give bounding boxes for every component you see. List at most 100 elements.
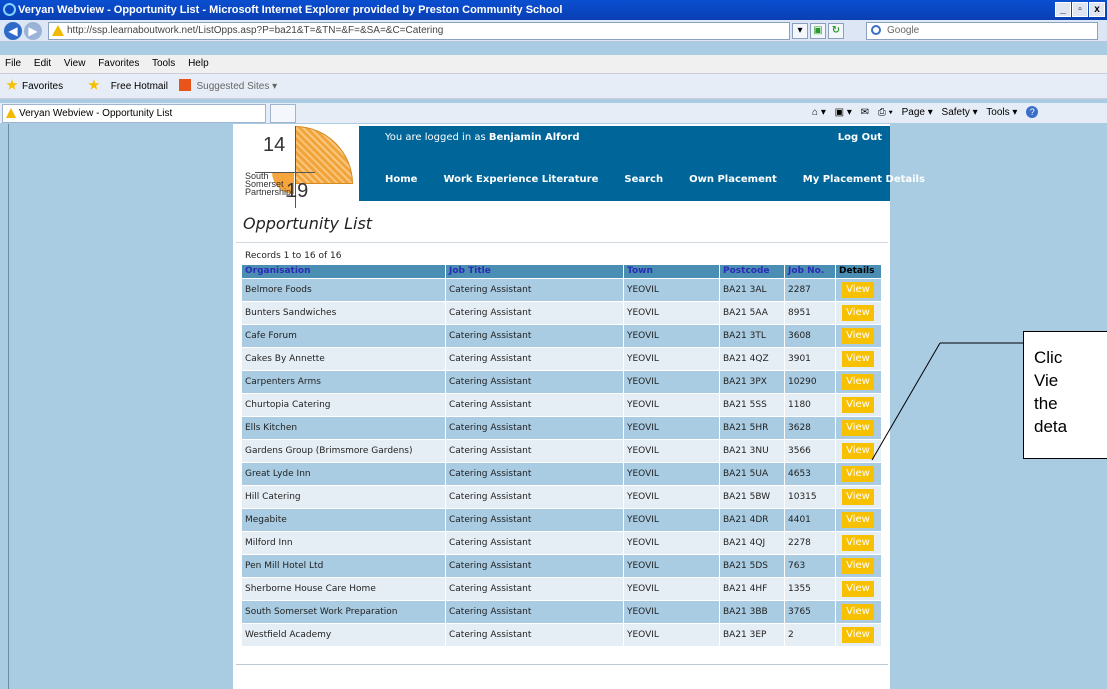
column-header-job-no[interactable]: Job No. <box>785 265 835 278</box>
cell-job-title: Catering Assistant <box>446 601 623 623</box>
menu-view[interactable]: View <box>64 58 86 69</box>
refresh-icon[interactable]: ↻ <box>828 23 844 39</box>
view-button[interactable]: View <box>842 328 874 344</box>
cell-details: View <box>836 348 881 370</box>
view-button[interactable]: View <box>842 466 874 482</box>
ie-icon <box>3 3 16 16</box>
suggested-sites-link[interactable]: Suggested Sites ▾ <box>197 81 278 92</box>
table-row: Churtopia Catering Catering Assistant YEOV… <box>242 394 881 416</box>
menu-tools[interactable]: Tools <box>152 58 175 69</box>
command-bar: ⌂ ▾ ▣ ▾ ✉ ⎙ ▾ Page ▾ Safety ▾ Tools ▾ ? <box>812 103 1044 123</box>
menu-favorites[interactable]: Favorites <box>98 58 139 69</box>
opportunity-table: Organisation Job Title Town Postcode Job… <box>241 264 882 647</box>
view-button[interactable]: View <box>842 374 874 390</box>
view-button[interactable]: View <box>842 282 874 298</box>
column-header-postcode[interactable]: Postcode <box>720 265 784 278</box>
view-button[interactable]: View <box>842 420 874 436</box>
cell-job-title: Catering Assistant <box>446 486 623 508</box>
cell-job-title: Catering Assistant <box>446 509 623 531</box>
column-header-town[interactable]: Town <box>624 265 719 278</box>
view-button[interactable]: View <box>842 397 874 413</box>
close-button[interactable]: x <box>1089 2 1105 17</box>
cell-organisation: Ells Kitchen <box>242 417 445 439</box>
minimize-button[interactable]: _ <box>1055 2 1071 17</box>
home-icon[interactable]: ⌂ ▾ <box>812 107 826 118</box>
view-button[interactable]: View <box>842 581 874 597</box>
cell-postcode: BA21 3PX <box>720 371 784 393</box>
maximize-button[interactable]: ▫ <box>1072 2 1088 17</box>
search-input[interactable]: Google <box>866 22 1098 40</box>
main-nav: Home Work Experience Literature Search O… <box>385 174 925 185</box>
cell-organisation: Great Lyde Inn <box>242 463 445 485</box>
nav-own-placement[interactable]: Own Placement <box>689 174 777 185</box>
cell-postcode: BA21 3TL <box>720 325 784 347</box>
nav-work-experience-literature[interactable]: Work Experience Literature <box>443 174 598 185</box>
cell-town: YEOVIL <box>624 394 719 416</box>
column-header-organisation[interactable]: Organisation <box>242 265 445 278</box>
back-button[interactable]: ◀ <box>4 22 22 40</box>
menu-edit[interactable]: Edit <box>34 58 51 69</box>
cell-town: YEOVIL <box>624 417 719 439</box>
tools-menu[interactable]: Tools ▾ <box>986 107 1017 118</box>
column-header-details: Details <box>836 265 881 278</box>
mail-icon[interactable]: ✉ <box>861 107 869 118</box>
page-menu[interactable]: Page ▾ <box>902 107 933 118</box>
window-title: Veryan Webview - Opportunity List - Micr… <box>18 4 563 16</box>
cell-job-no: 3566 <box>785 440 835 462</box>
cell-town: YEOVIL <box>624 371 719 393</box>
cell-town: YEOVIL <box>624 325 719 347</box>
cell-postcode: BA21 5DS <box>720 555 784 577</box>
new-tab-button[interactable] <box>270 104 296 123</box>
view-button[interactable]: View <box>842 489 874 505</box>
view-button[interactable]: View <box>842 627 874 643</box>
help-icon[interactable]: ? <box>1026 106 1039 118</box>
tab-row: Veryan Webview - Opportunity List ⌂ ▾ ▣ … <box>0 103 1107 123</box>
cell-job-title: Catering Assistant <box>446 578 623 600</box>
tab-opportunity-list[interactable]: Veryan Webview - Opportunity List <box>2 104 266 123</box>
cell-job-title: Catering Assistant <box>446 279 623 301</box>
favorites-button[interactable]: Favorites <box>6 79 63 92</box>
view-button[interactable]: View <box>842 305 874 321</box>
compatibility-icon[interactable]: ▣ <box>810 23 826 39</box>
favorites-bar: Favorites Free Hotmail Suggested Sites ▾ <box>0 73 1107 99</box>
cell-organisation: Carpenters Arms <box>242 371 445 393</box>
logout-link[interactable]: Log Out <box>838 132 882 143</box>
dropdown-button[interactable]: ▾ <box>792 23 808 39</box>
view-button[interactable]: View <box>842 535 874 551</box>
address-bar[interactable]: http://ssp.learnaboutwork.net/ListOpps.a… <box>48 22 790 40</box>
cell-job-title: Catering Assistant <box>446 325 623 347</box>
nav-search[interactable]: Search <box>624 174 663 185</box>
nav-my-placement-details[interactable]: My Placement Details <box>803 174 925 185</box>
cell-town: YEOVIL <box>624 440 719 462</box>
cell-town: YEOVIL <box>624 279 719 301</box>
cell-town: YEOVIL <box>624 509 719 531</box>
print-icon[interactable]: ⎙ ▾ <box>878 107 893 118</box>
safety-menu[interactable]: Safety ▾ <box>942 107 978 118</box>
feeds-icon[interactable]: ▣ ▾ <box>835 107 852 118</box>
cell-organisation: Megabite <box>242 509 445 531</box>
page-title: Opportunity List <box>243 214 373 233</box>
cell-job-title: Catering Assistant <box>446 348 623 370</box>
table-row: Pen Mill Hotel Ltd Catering Assistant YEOV… <box>242 555 881 577</box>
view-button[interactable]: View <box>842 443 874 459</box>
cell-details: View <box>836 325 881 347</box>
forward-button[interactable]: ▶ <box>24 22 42 40</box>
hotmail-link[interactable]: Free Hotmail <box>111 81 168 92</box>
menu-file[interactable]: File <box>5 58 21 69</box>
cell-postcode: BA21 5SS <box>720 394 784 416</box>
view-button[interactable]: View <box>842 604 874 620</box>
cell-postcode: BA21 3EP <box>720 624 784 646</box>
menu-help[interactable]: Help <box>188 58 209 69</box>
view-button[interactable]: View <box>842 512 874 528</box>
add-favorite-icon[interactable] <box>88 79 104 92</box>
view-button[interactable]: View <box>842 351 874 367</box>
cell-details: View <box>836 302 881 324</box>
column-header-job-title[interactable]: Job Title <box>446 265 623 278</box>
view-button[interactable]: View <box>842 558 874 574</box>
cell-job-no: 4653 <box>785 463 835 485</box>
menu-bar: File Edit View Favorites Tools Help <box>0 55 1107 73</box>
cell-town: YEOVIL <box>624 578 719 600</box>
nav-home[interactable]: Home <box>385 174 417 185</box>
cell-job-no: 2278 <box>785 532 835 554</box>
cell-town: YEOVIL <box>624 348 719 370</box>
